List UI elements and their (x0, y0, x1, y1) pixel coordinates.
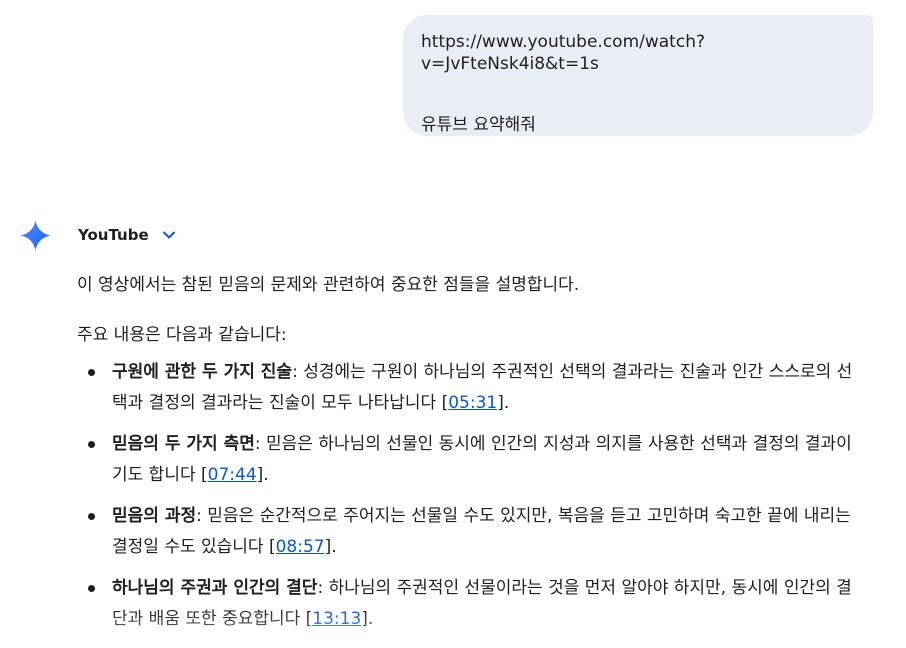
timestamp-link[interactable]: 07:44 (208, 465, 257, 485)
source-label: YouTube (78, 226, 149, 244)
user-message-url: https://www.youtube.com/watch?v=JvFteNsk… (421, 32, 705, 74)
source-toggle[interactable]: YouTube (78, 224, 177, 246)
point-title: 믿음의 과정 (112, 506, 197, 526)
summary-list: 구원에 관한 두 가지 진술: 성경에는 구원이 하나님의 주권적인 선택의 결… (77, 357, 877, 635)
response-lead: 주요 내용은 다음과 같습니다: (77, 325, 287, 345)
response-body: 이 영상에서는 참된 믿음의 문제와 관련하여 중요한 점들을 설명합니다. 주… (77, 270, 877, 645)
point-text-end: ]. (497, 393, 510, 413)
point-text-end: ]. (361, 609, 374, 629)
point-text: : 믿음은 순간적으로 주어지는 선물일 수도 있지만, 복음을 듣고 고민하며… (112, 506, 851, 557)
point-text-end: ]. (324, 537, 337, 557)
list-item: 믿음의 과정: 믿음은 순간적으로 주어지는 선물일 수도 있지만, 복음을 듣… (77, 501, 860, 563)
list-item: 구원에 관한 두 가지 진술: 성경에는 구원이 하나님의 주권적인 선택의 결… (77, 357, 860, 419)
point-title: 하나님의 주권과 인간의 결단 (112, 578, 318, 598)
user-message-request: 유튜브 요약해줘 (421, 115, 536, 135)
chevron-down-icon[interactable] (161, 227, 177, 243)
point-title: 믿음의 두 가지 측면 (112, 434, 255, 454)
response-intro: 이 영상에서는 참된 믿음의 문제와 관련하여 중요한 점들을 설명합니다. (77, 275, 580, 295)
point-text-end: ]. (256, 465, 269, 485)
timestamp-link[interactable]: 05:31 (448, 393, 497, 413)
list-item: 믿음의 두 가지 측면: 믿음은 하나님의 선물인 동시에 인간의 지성과 의지… (77, 429, 860, 491)
gemini-sparkle-icon (20, 220, 51, 251)
user-message-bubble: https://www.youtube.com/watch?v=JvFteNsk… (403, 15, 873, 136)
list-item: 하나님의 주권과 인간의 결단: 하나님의 주권적인 선물이라는 것을 먼저 알… (77, 573, 860, 635)
point-title: 구원에 관한 두 가지 진술 (112, 362, 293, 382)
timestamp-link[interactable]: 08:57 (276, 537, 325, 557)
timestamp-link[interactable]: 13:13 (312, 609, 361, 629)
